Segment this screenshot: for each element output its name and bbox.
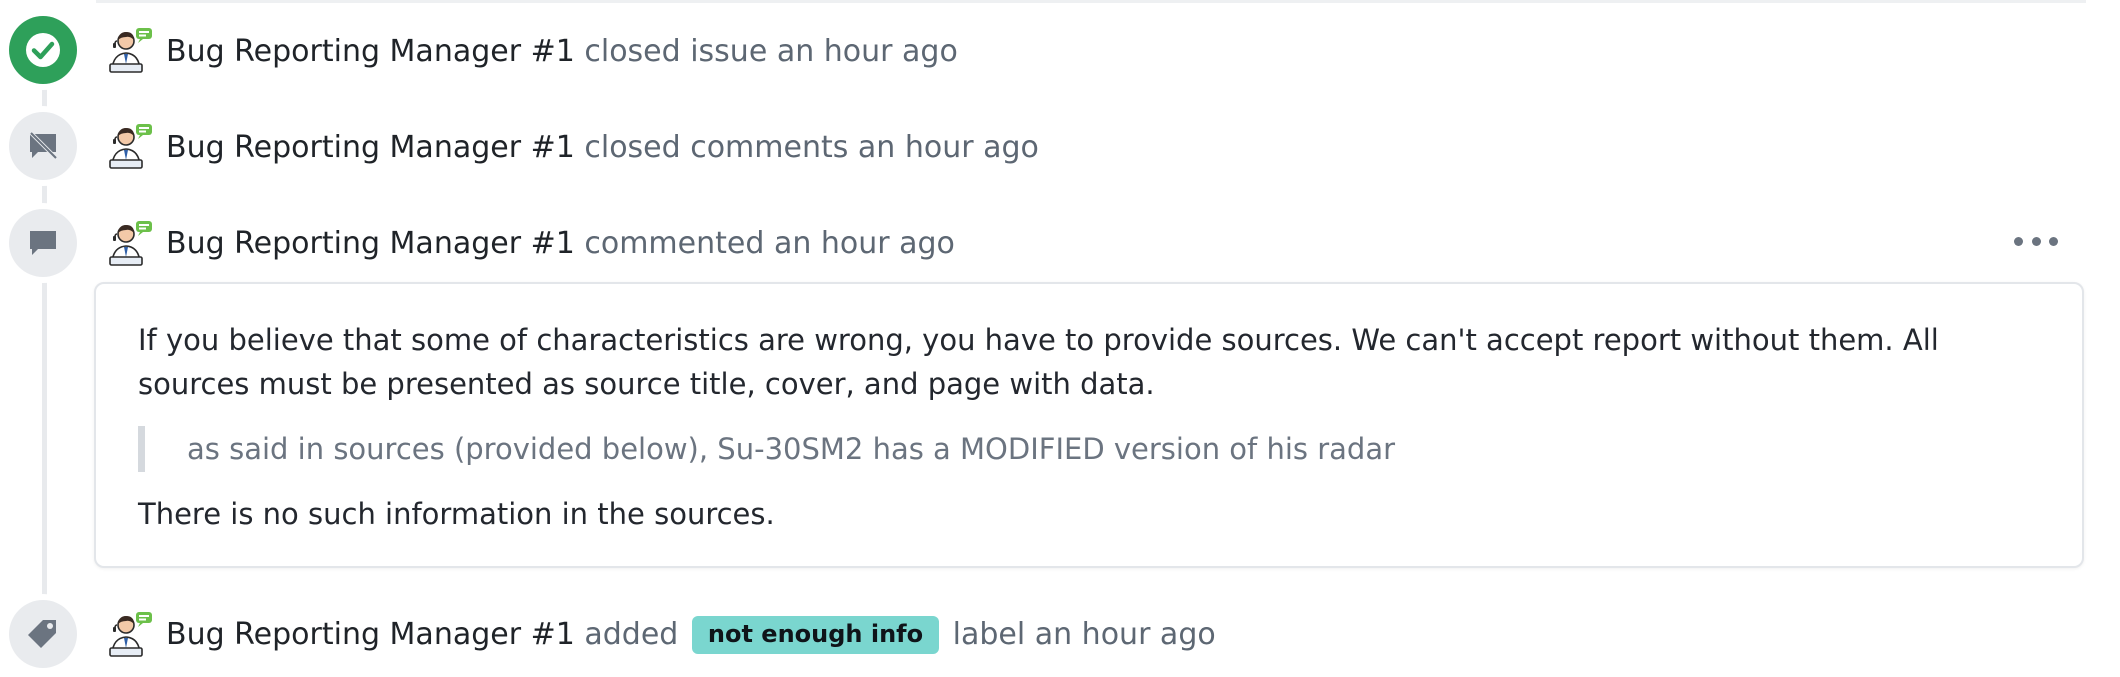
event-timestamp[interactable]: an hour ago bbox=[1035, 617, 1216, 652]
event-summary: Bug Reporting Manager #1 commented an ho… bbox=[166, 224, 955, 264]
event-summary: Bug Reporting Manager #1 closed issue an… bbox=[166, 32, 958, 72]
avatar[interactable] bbox=[106, 122, 154, 170]
check-circle-icon bbox=[9, 16, 77, 84]
author-link[interactable]: Bug Reporting Manager #1 bbox=[166, 130, 575, 165]
event-summary: Bug Reporting Manager #1 closed comments… bbox=[166, 128, 1039, 168]
comment-icon bbox=[9, 209, 77, 277]
issue-timeline: Bug Reporting Manager #1 closed issue an… bbox=[0, 0, 2120, 677]
event-action: commented bbox=[584, 226, 765, 261]
event-action: closed comments bbox=[584, 130, 849, 165]
comment-card: If you believe that some of characterist… bbox=[94, 282, 2084, 568]
comment-off-icon bbox=[9, 112, 77, 180]
event-timestamp[interactable]: an hour ago bbox=[777, 34, 958, 69]
tag-icon bbox=[9, 600, 77, 668]
more-dot bbox=[2031, 236, 2041, 246]
comment-closing-text: There is no such information in the sour… bbox=[138, 497, 775, 531]
avatar[interactable] bbox=[106, 610, 154, 658]
avatar[interactable] bbox=[106, 26, 154, 74]
avatar[interactable] bbox=[106, 219, 154, 267]
author-link[interactable]: Bug Reporting Manager #1 bbox=[166, 617, 575, 652]
more-horizontal-icon[interactable] bbox=[2014, 226, 2058, 256]
event-action: closed issue bbox=[584, 34, 768, 69]
author-link[interactable]: Bug Reporting Manager #1 bbox=[166, 34, 575, 69]
event-timestamp[interactable]: an hour ago bbox=[858, 130, 1039, 165]
more-dot bbox=[2014, 236, 2023, 246]
comment-body: If you believe that some of characterist… bbox=[138, 318, 2038, 406]
comment-paragraph: If you believe that some of characterist… bbox=[138, 323, 1939, 401]
author-link[interactable]: Bug Reporting Manager #1 bbox=[166, 226, 575, 261]
label-badge[interactable]: not enough info bbox=[691, 616, 940, 654]
event-action: added bbox=[584, 617, 679, 652]
more-dot bbox=[2049, 236, 2058, 246]
comment-blockquote: as said in sources (provided below), Su-… bbox=[138, 426, 1395, 472]
divider bbox=[96, 0, 2086, 3]
event-label-suffix: label bbox=[952, 617, 1026, 652]
event-summary: Bug Reporting Manager #1 added not enoug… bbox=[166, 615, 1216, 655]
event-timestamp[interactable]: an hour ago bbox=[774, 226, 955, 261]
